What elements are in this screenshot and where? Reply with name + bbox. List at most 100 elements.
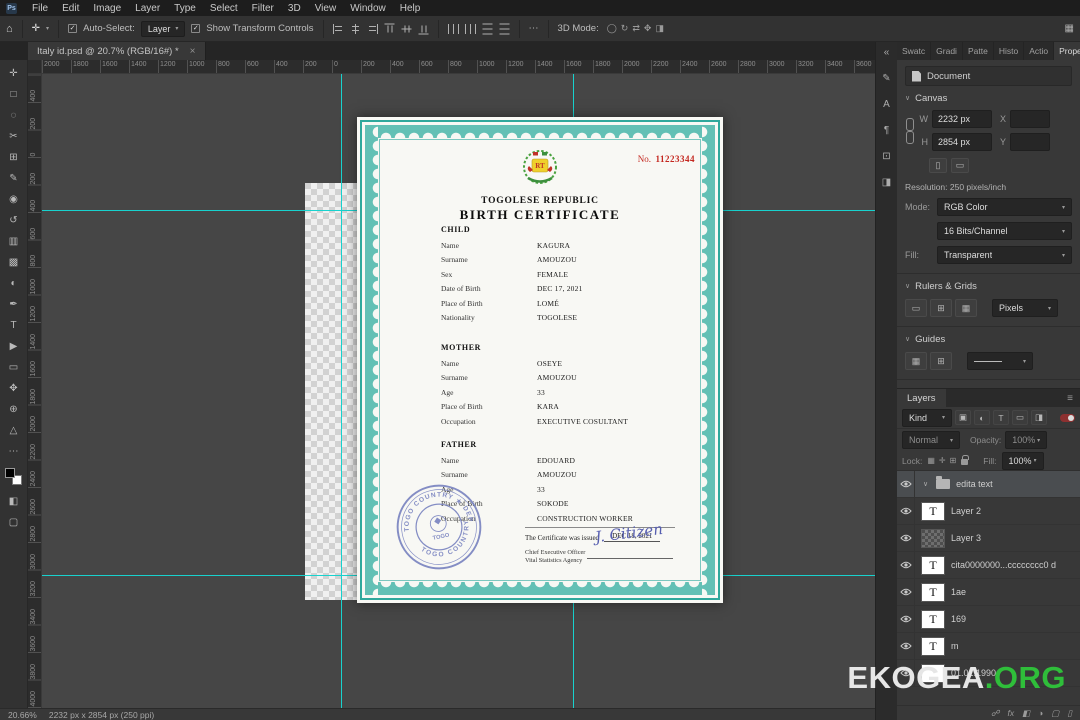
tab-history[interactable]: Histo <box>994 42 1025 60</box>
auto-select-checkbox[interactable]: ✓ <box>68 24 78 33</box>
ruler-grid-toggle-button[interactable]: ⊞ <box>930 299 952 317</box>
vertical-ruler[interactable]: 400 200 0 200 400 600 800 1000 1200 1400 1600 1800 2… <box>28 74 42 708</box>
tab-gradients[interactable]: Gradi <box>931 42 963 60</box>
align-left-icon[interactable] <box>332 23 344 34</box>
collapsed-panel-icon[interactable]: ⊡ <box>882 151 890 162</box>
document-type-row[interactable]: Document <box>905 66 1072 86</box>
menu-item[interactable]: Window <box>343 3 393 14</box>
bit-depth-dropdown[interactable]: 16 Bits/Channel ▾ <box>937 222 1072 240</box>
tool-icon[interactable]: ◌ <box>2 105 26 126</box>
guide-vertical[interactable] <box>341 74 342 708</box>
height-field[interactable]: 2854 px <box>932 133 992 151</box>
link-dimensions-icon[interactable] <box>905 114 914 148</box>
visibility-eye-icon[interactable] <box>897 633 915 659</box>
visibility-eye-icon[interactable] <box>897 606 915 632</box>
align-top-icon[interactable] <box>384 23 394 34</box>
layer-row[interactable]: T 169 <box>897 606 1080 633</box>
collapsed-panel-icon[interactable]: ¶ <box>884 125 889 136</box>
3d-mode-icon[interactable]: ◨ <box>653 23 666 34</box>
menu-item[interactable]: Select <box>203 3 245 14</box>
menu-item[interactable]: File <box>25 3 55 14</box>
layer-name[interactable]: 1ae <box>951 587 966 597</box>
layer-filter-button[interactable]: T <box>993 410 1009 425</box>
tab-layers[interactable]: Layers <box>897 389 946 407</box>
zoom-level[interactable]: 20.66% <box>8 710 37 720</box>
layer-name[interactable]: m <box>951 641 959 651</box>
x-field[interactable] <box>1010 110 1050 128</box>
units-dropdown[interactable]: Pixels ▾ <box>992 299 1058 317</box>
tool-icon[interactable]: ✂ <box>2 126 26 147</box>
menu-item[interactable]: Filter <box>245 3 281 14</box>
menu-item[interactable]: Layer <box>128 3 167 14</box>
lock-option-icon[interactable]: ⊞ <box>950 456 957 465</box>
canvas-section-header[interactable]: ∨ Canvas <box>905 88 1072 108</box>
quick-mask-icon[interactable]: ◧ <box>2 491 26 512</box>
visibility-eye-icon[interactable] <box>897 498 915 524</box>
ruler-grid-toggle-button[interactable]: ▦ <box>955 299 977 317</box>
text-layer-thumbnail[interactable]: T <box>921 636 945 656</box>
app-logo-icon[interactable]: Ps <box>6 2 17 14</box>
layer-name[interactable]: Layer 3 <box>951 533 981 543</box>
horizontal-ruler[interactable]: 2000 1800 1600 1400 1200 1000 800 600 400 200 0 200… <box>42 60 875 74</box>
layer-name[interactable]: Layer 2 <box>951 506 981 516</box>
show-transform-checkbox[interactable]: ✓ <box>191 24 201 33</box>
portrait-orientation-button[interactable]: ▯ <box>929 158 947 173</box>
tool-icon[interactable]: ✒ <box>2 294 26 315</box>
visibility-eye-icon[interactable] <box>897 525 915 551</box>
document-tab[interactable]: Italy id.psd @ 20.7% (RGB/16#) * × <box>28 42 206 60</box>
more-options-icon[interactable]: ⋯ <box>529 23 539 34</box>
layer-name[interactable]: 169 <box>951 614 966 624</box>
home-icon[interactable]: ⌂ <box>6 23 13 35</box>
align-right-icon[interactable] <box>367 23 378 34</box>
layer-row[interactable]: T 1ae <box>897 579 1080 606</box>
lock-all-icon[interactable] <box>961 455 970 465</box>
filter-toggle-switch[interactable] <box>1060 413 1075 422</box>
layer-row-group[interactable]: ∨ edita text <box>897 471 1080 498</box>
distribute-vertical-icon[interactable] <box>482 23 493 34</box>
auto-select-dropdown[interactable]: Layer ▾ <box>140 20 186 37</box>
text-layer-thumbnail[interactable]: T <box>921 555 945 575</box>
guides-section-header[interactable]: ∨ Guides <box>905 329 1072 349</box>
text-layer-thumbnail[interactable]: T <box>921 501 945 521</box>
layers-footer-icon[interactable]: ◧ <box>1022 708 1030 719</box>
blend-mode-dropdown[interactable]: Normal ▾ <box>902 431 960 449</box>
visibility-eye-icon[interactable] <box>897 579 915 605</box>
distribute-horizontal-icon[interactable] <box>447 23 459 34</box>
tool-icon[interactable]: ✛ <box>2 63 26 84</box>
tool-icon[interactable]: △ <box>2 420 26 441</box>
tab-close-icon[interactable]: × <box>190 46 196 57</box>
tool-icon[interactable]: □ <box>2 84 26 105</box>
color-swatches[interactable] <box>5 468 22 485</box>
birth-certificate-document[interactable]: No. 11223344 RT TOGOLESE REPUBLIC BIRTH … <box>357 117 723 603</box>
tool-icon[interactable]: ⊕ <box>2 399 26 420</box>
menu-item[interactable]: Help <box>393 3 428 14</box>
collapsed-panel-icon[interactable]: ◨ <box>882 177 891 188</box>
ruler-corner[interactable] <box>28 60 42 74</box>
panel-menu-icon[interactable]: ≡ <box>1060 389 1080 407</box>
canvas-area[interactable]: No. 11223344 RT TOGOLESE REPUBLIC BIRTH … <box>42 74 875 708</box>
tab-patterns[interactable]: Patte <box>963 42 994 60</box>
guide-toggle-button[interactable]: ⊞ <box>930 352 952 370</box>
menu-item[interactable]: View <box>308 3 344 14</box>
group-expand-chevron-icon[interactable]: ∨ <box>923 480 928 488</box>
layers-footer-icon[interactable]: ◑ <box>1038 708 1043 718</box>
3d-mode-icon[interactable]: ✥ <box>642 23 654 34</box>
layers-footer-icon[interactable]: ▢ <box>1051 708 1059 719</box>
distribute-horizontal-icon[interactable] <box>464 23 476 34</box>
layer-row[interactable]: T cita0000000...cccccccc0 d <box>897 552 1080 579</box>
3d-mode-icon[interactable]: ◯ <box>605 23 619 34</box>
tool-icon[interactable]: ▩ <box>2 252 26 273</box>
3d-mode-icon[interactable]: ↻ <box>619 23 631 34</box>
layer-filter-button[interactable]: ◐ <box>974 410 990 425</box>
tool-icon[interactable]: ▶ <box>2 336 26 357</box>
y-field[interactable] <box>1010 133 1050 151</box>
tool-icon[interactable]: ⋯ <box>2 441 26 462</box>
layer-row[interactable]: T Layer 2 <box>897 498 1080 525</box>
align-middle-icon[interactable] <box>401 23 411 34</box>
3d-mode-icon[interactable]: ⇄ <box>630 23 642 34</box>
align-center-horizontal-icon[interactable] <box>350 23 361 34</box>
tool-icon[interactable]: ◉ <box>2 189 26 210</box>
landscape-orientation-button[interactable]: ▭ <box>951 158 969 173</box>
menu-item[interactable]: Type <box>167 3 203 14</box>
lock-option-icon[interactable]: ✛ <box>939 456 946 465</box>
